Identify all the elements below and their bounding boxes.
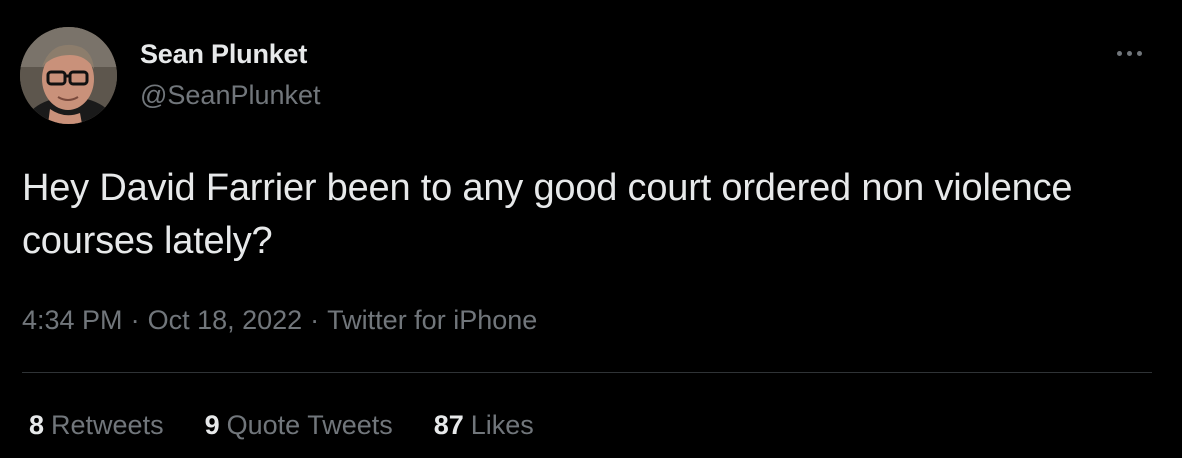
tweet-text: Hey David Farrier been to any good court… xyxy=(22,167,1073,262)
profile-photo xyxy=(20,27,117,124)
likes-label: Likes xyxy=(470,410,534,440)
retweets-count: 8 xyxy=(29,410,45,440)
tweet-stats: 8 Retweets 9 Quote Tweets 87 Likes xyxy=(29,410,575,441)
tweet-source[interactable]: Twitter for iPhone xyxy=(327,305,537,335)
retweets-label: Retweets xyxy=(51,410,164,440)
avatar[interactable] xyxy=(20,27,117,124)
retweets-stat[interactable]: 8 Retweets xyxy=(29,410,164,441)
separator: · xyxy=(310,305,320,335)
more-dots-icon xyxy=(1116,50,1122,56)
likes-stat[interactable]: 87 Likes xyxy=(434,410,534,441)
more-dots-icon xyxy=(1126,50,1132,56)
tweet-metadata: 4:34 PM · Oct 18, 2022 · Twitter for iPhone xyxy=(22,305,537,336)
tweet-card: Sean Plunket @SeanPlunket Hey David Farr… xyxy=(0,0,1182,458)
quote-tweets-stat[interactable]: 9 Quote Tweets xyxy=(205,410,393,441)
separator: · xyxy=(130,305,140,335)
likes-count: 87 xyxy=(433,410,464,440)
tweet-date[interactable]: Oct 18, 2022 xyxy=(148,305,303,335)
more-dots-icon xyxy=(1136,50,1142,56)
author-display-name[interactable]: Sean Plunket xyxy=(140,39,307,70)
tweet-time[interactable]: 4:34 PM xyxy=(22,305,123,335)
divider xyxy=(22,372,1152,373)
more-options-button[interactable] xyxy=(1106,36,1152,70)
author-handle[interactable]: @SeanPlunket xyxy=(140,80,321,111)
quote-tweets-label: Quote Tweets xyxy=(226,410,393,440)
quote-tweets-count: 9 xyxy=(204,410,220,440)
